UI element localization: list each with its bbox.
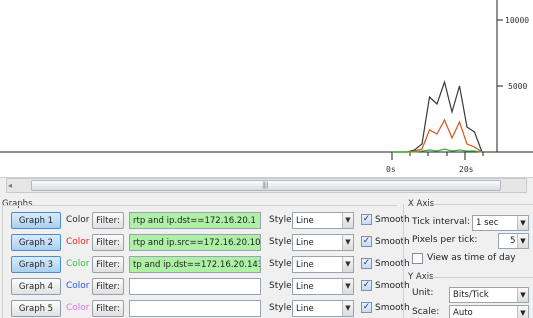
dropdown-arrow-icon: ▼ bbox=[517, 216, 528, 230]
smooth-checkbox[interactable]: ✓ bbox=[361, 302, 372, 313]
style-label: Style: bbox=[269, 259, 295, 269]
graph-color-label[interactable]: Color bbox=[66, 215, 90, 225]
y-tick-label: 5000 bbox=[508, 82, 527, 91]
graph-toggle-button[interactable]: Graph 2 bbox=[11, 234, 61, 251]
graph-canvas: 10000 5000 0s 20s bbox=[0, 0, 533, 174]
filter-button[interactable]: Filter: bbox=[92, 278, 124, 295]
filter-button[interactable]: Filter: bbox=[92, 212, 124, 229]
filter-input[interactable]: tp and ip.dst==172.16.20.143 bbox=[129, 256, 261, 273]
graph-color-label[interactable]: Color bbox=[66, 259, 90, 269]
tick-interval-value: 1 sec bbox=[476, 218, 499, 228]
unit-value: Bits/Tick bbox=[453, 290, 489, 300]
tick-interval-select[interactable]: 1 sec ▼ bbox=[472, 215, 529, 231]
style-label: Style: bbox=[269, 215, 295, 225]
unit-select[interactable]: Bits/Tick ▼ bbox=[449, 287, 529, 303]
scale-value: Auto bbox=[453, 308, 473, 318]
style-value: Line bbox=[296, 260, 314, 270]
horizontal-scrollbar[interactable]: ◂ |||| bbox=[6, 178, 527, 193]
series-line-2 bbox=[392, 118, 483, 153]
x-tick-label: 0s bbox=[386, 165, 396, 174]
graph-toggle-button[interactable]: Graph 1 bbox=[11, 212, 61, 229]
style-label: Style: bbox=[269, 237, 295, 247]
tick-interval-label: Tick interval: bbox=[412, 217, 471, 227]
style-select[interactable]: Line ▼ bbox=[292, 234, 354, 251]
smooth-checkbox[interactable]: ✓ bbox=[361, 214, 372, 225]
y-axis-group-divider bbox=[430, 277, 533, 278]
smooth-checkbox[interactable]: ✓ bbox=[361, 258, 372, 269]
x-tick-label: 20s bbox=[459, 165, 474, 174]
style-value: Line bbox=[296, 282, 314, 292]
pixels-per-tick-label: Pixels per tick: bbox=[412, 235, 478, 245]
style-label: Style: bbox=[269, 281, 295, 291]
graphs-group: Graph 1 Color Filter: rtp and ip.dst==172.1… bbox=[2, 205, 410, 318]
unit-label: Unit: bbox=[412, 288, 434, 298]
graph-plot-area: 10000 5000 0s 20s bbox=[0, 0, 533, 178]
filter-input[interactable] bbox=[129, 278, 261, 295]
view-as-time-checkbox[interactable] bbox=[412, 253, 423, 264]
style-select[interactable]: Line ▼ bbox=[292, 256, 354, 273]
smooth-checkbox[interactable]: ✓ bbox=[361, 280, 372, 291]
dropdown-arrow-icon: ▼ bbox=[517, 306, 528, 318]
scale-select[interactable]: Auto ▼ bbox=[449, 305, 529, 318]
pixels-per-tick-select[interactable]: 5 ▼ bbox=[498, 233, 529, 249]
dropdown-arrow-icon: ▼ bbox=[342, 213, 353, 228]
filter-input[interactable]: rtp and ip.dst==172.16.20.1 bbox=[129, 212, 261, 229]
graph-color-label[interactable]: Color bbox=[66, 281, 90, 291]
dropdown-arrow-icon: ▼ bbox=[342, 257, 353, 272]
graph-color-label[interactable]: Color bbox=[66, 303, 90, 313]
filter-button[interactable]: Filter: bbox=[92, 234, 124, 251]
axis-settings-panel: Tick interval: 1 sec ▼ Pixels per tick: … bbox=[403, 204, 533, 318]
smooth-checkbox[interactable]: ✓ bbox=[361, 236, 372, 247]
pixels-per-tick-value: 5 bbox=[510, 236, 516, 246]
graph-color-label[interactable]: Color bbox=[66, 237, 90, 247]
style-select[interactable]: Line ▼ bbox=[292, 278, 354, 295]
filter-input[interactable]: rtp and ip.src==172.16.20.10 bbox=[129, 234, 261, 251]
dropdown-arrow-icon: ▼ bbox=[517, 234, 528, 248]
style-label: Style: bbox=[269, 303, 295, 313]
series-line-1 bbox=[392, 79, 483, 153]
view-as-time-label: View as time of day bbox=[427, 253, 516, 263]
dropdown-arrow-icon: ▼ bbox=[342, 279, 353, 294]
style-select[interactable]: Line ▼ bbox=[292, 212, 354, 229]
style-value: Line bbox=[296, 238, 314, 248]
scroll-left-arrow-icon[interactable]: ◂ bbox=[8, 181, 12, 190]
graph-toggle-button[interactable]: Graph 4 bbox=[11, 278, 61, 295]
filter-button[interactable]: Filter: bbox=[92, 256, 124, 273]
graph-toggle-button[interactable]: Graph 5 bbox=[11, 300, 61, 317]
series-layer bbox=[392, 79, 483, 153]
y-tick-label: 10000 bbox=[505, 16, 529, 25]
series-line-3 bbox=[392, 148, 483, 153]
filter-button[interactable]: Filter: bbox=[92, 300, 124, 317]
dropdown-arrow-icon: ▼ bbox=[342, 235, 353, 250]
scale-label: Scale: bbox=[412, 307, 440, 317]
scrollbar-grip-icon: |||| bbox=[262, 181, 269, 189]
filter-input[interactable] bbox=[129, 300, 261, 317]
graph-toggle-button[interactable]: Graph 3 bbox=[11, 256, 61, 273]
dropdown-arrow-icon: ▼ bbox=[517, 288, 528, 302]
dropdown-arrow-icon: ▼ bbox=[342, 301, 353, 316]
style-select[interactable]: Line ▼ bbox=[292, 300, 354, 317]
style-value: Line bbox=[296, 216, 314, 226]
scrollbar-thumb[interactable]: |||| bbox=[31, 180, 501, 191]
style-value: Line bbox=[296, 304, 314, 314]
